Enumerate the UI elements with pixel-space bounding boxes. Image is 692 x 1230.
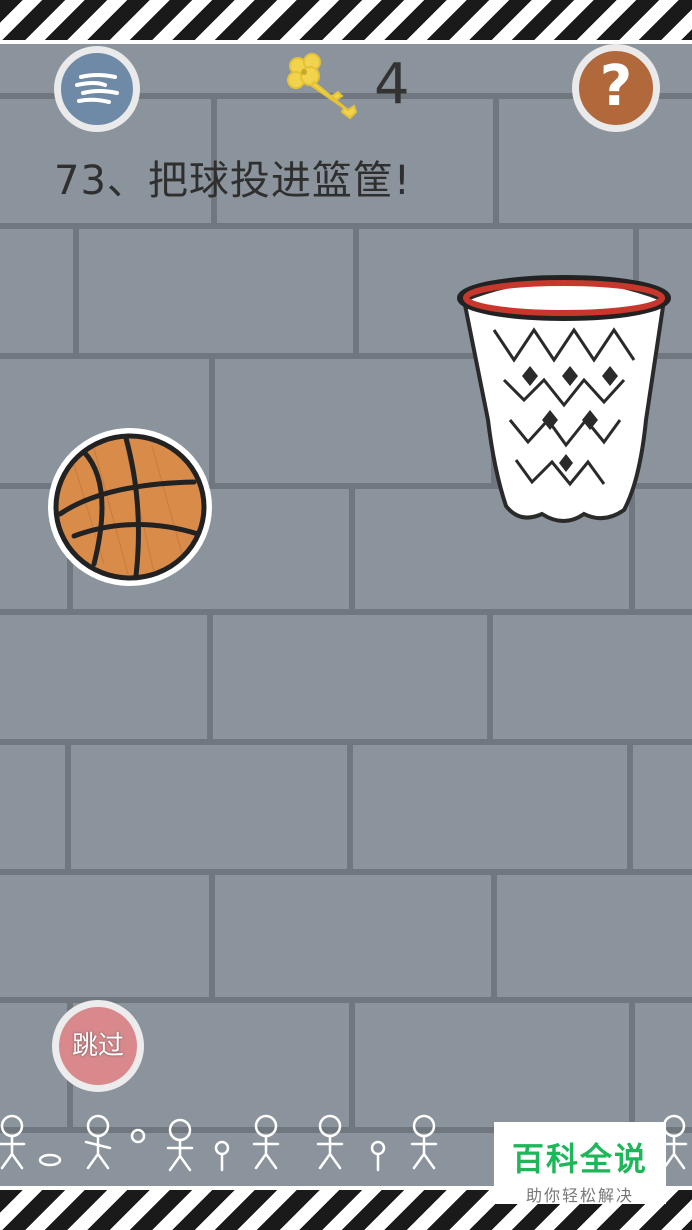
watermark-subtitle: 助你轻松解决 (525, 1186, 634, 1205)
question-mark-icon: ? (599, 54, 633, 119)
watermark-title: 百科全说 (511, 1140, 648, 1178)
skip-button-label: 跳过 (71, 1031, 124, 1061)
watermark-badge: 百科全说 助你轻松解决 (494, 1122, 666, 1205)
help-button[interactable]: ? (572, 44, 660, 132)
key-icon (287, 53, 358, 120)
basketball-hoop (457, 275, 671, 523)
menu-button[interactable] (54, 46, 140, 132)
basketball[interactable] (44, 424, 216, 590)
top-stripe-border (0, 0, 692, 44)
level-title: 73、把球投进篮筐! (54, 158, 411, 204)
key-count: 4 (374, 52, 410, 117)
skip-button[interactable]: 跳过 (52, 1000, 144, 1092)
menu-lines-icon (75, 73, 119, 104)
